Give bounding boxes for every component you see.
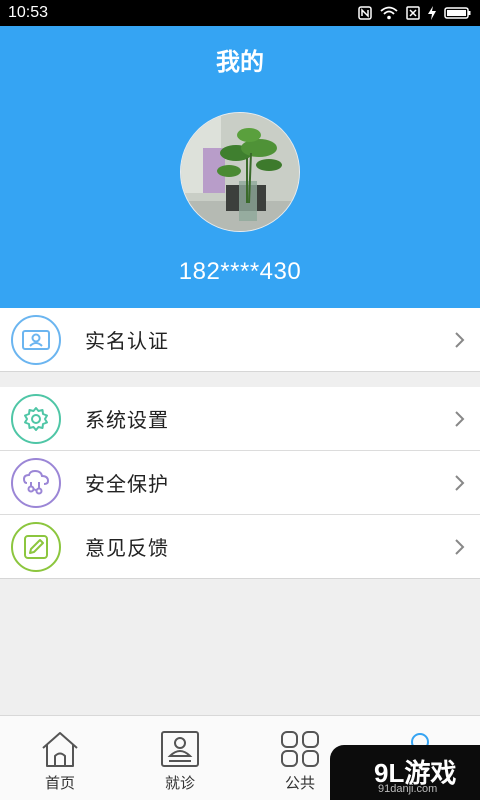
gear-icon	[11, 393, 61, 444]
menu-group-settings: 系统设置 安全保护 意见反馈	[0, 387, 480, 579]
status-icons	[358, 6, 472, 20]
chevron-right-icon	[455, 538, 465, 555]
menu-item-security[interactable]: 安全保护	[0, 451, 480, 515]
tab-label: 就诊	[164, 774, 195, 792]
tab-home[interactable]: 首页	[0, 716, 120, 800]
menu-label: 安全保护	[85, 472, 169, 496]
chevron-right-icon	[455, 331, 465, 348]
menu-label: 实名认证	[85, 329, 169, 353]
id-card-icon	[11, 314, 61, 365]
wifi-icon	[380, 6, 398, 20]
menu-label: 系统设置	[85, 408, 169, 432]
menu-item-system-settings[interactable]: 系统设置	[0, 387, 480, 451]
home-icon	[42, 732, 78, 767]
phone-number: 182****430	[178, 258, 302, 285]
nfc-icon	[358, 6, 372, 20]
grid-icon	[281, 731, 319, 767]
battery-icon	[444, 7, 471, 19]
status-time: 10:53	[8, 4, 49, 21]
charging-icon	[428, 6, 436, 20]
tab-label: 公共	[284, 774, 315, 792]
avatar[interactable]	[180, 112, 300, 232]
watermark-logo: 9L游戏 91danji.com	[330, 745, 480, 800]
feedback-icon	[11, 521, 61, 572]
menu-item-feedback[interactable]: 意见反馈	[0, 515, 480, 579]
status-bar: 10:53	[0, 0, 480, 26]
profile-card-icon	[161, 731, 199, 767]
watermark-url: 91danji.com	[378, 783, 438, 795]
chevron-right-icon	[455, 474, 465, 491]
menu-group-verification: 实名认证	[0, 308, 480, 372]
page-title: 我的	[216, 48, 264, 76]
shield-icon	[11, 457, 61, 508]
profile-header: 我的 182****430	[0, 26, 480, 308]
chevron-right-icon	[455, 410, 465, 427]
no-sim-icon	[406, 6, 420, 20]
avatar-photo	[181, 113, 299, 231]
tab-label: 首页	[44, 774, 75, 792]
menu-label: 意见反馈	[85, 536, 169, 560]
tab-visit[interactable]: 就诊	[120, 716, 240, 800]
menu-item-real-name[interactable]: 实名认证	[0, 308, 480, 372]
